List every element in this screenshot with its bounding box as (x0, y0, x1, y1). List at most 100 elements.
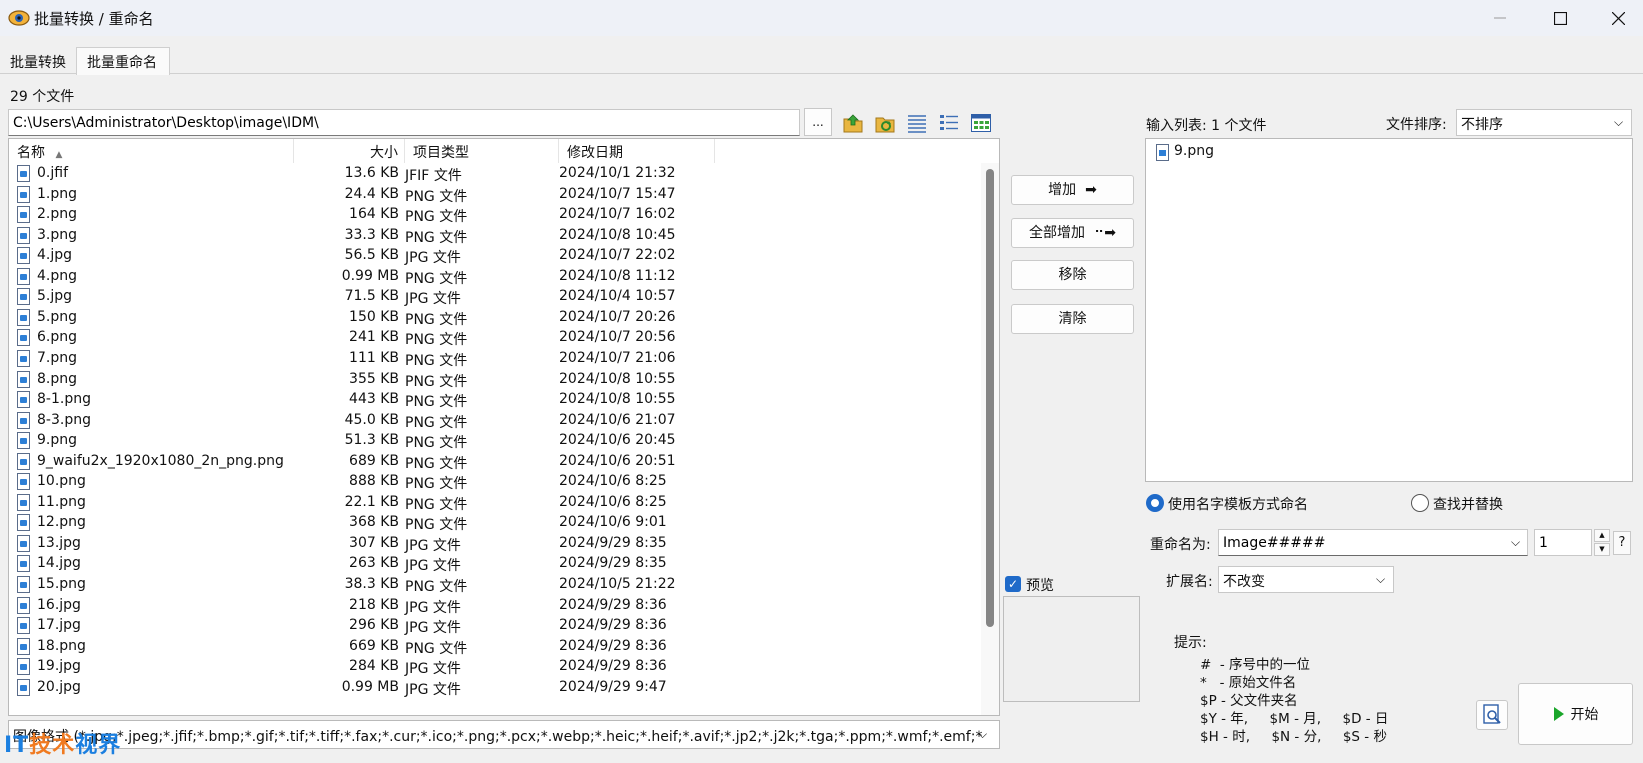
file-size: 263 KB (349, 555, 399, 572)
input-list[interactable]: 9.png (1145, 138, 1633, 482)
chevron-down-icon[interactable]: ⌵ (1614, 115, 1623, 130)
file-size: 669 KB (349, 637, 399, 654)
column-header-name[interactable]: 名称 ▲ (9, 139, 294, 163)
file-type: PNG 文件 (405, 394, 468, 411)
minimize-button[interactable] (1475, 0, 1525, 36)
file-name: 16.jpg (37, 596, 81, 613)
file-date: 2024/10/1 21:32 (559, 165, 676, 181)
file-row[interactable]: 8.png 355 KB PNG 文件 2024/10/8 10:55 (9, 369, 975, 391)
file-row[interactable]: 8-1.png 443 KB PNG 文件 2024/10/8 10:55 (9, 389, 975, 411)
details-view-icon[interactable] (906, 112, 928, 134)
list-view-icon[interactable] (938, 112, 960, 134)
folder-up-icon[interactable] (842, 112, 864, 134)
file-row[interactable]: 15.png 38.3 KB PNG 文件 2024/10/5 21:22 (9, 574, 975, 596)
file-row[interactable]: 20.jpg 0.99 MB JPG 文件 2024/9/29 9:47 (9, 677, 975, 699)
image-file-icon (17, 226, 30, 244)
file-row[interactable]: 8-3.png 45.0 KB PNG 文件 2024/10/6 21:07 (9, 410, 975, 432)
file-row[interactable]: 6.png 241 KB PNG 文件 2024/10/7 20:56 (9, 327, 975, 349)
tab-batch-convert[interactable]: 批量转换 (0, 48, 76, 74)
image-file-icon (17, 432, 30, 450)
clear-button[interactable]: 清除 (1011, 304, 1134, 334)
file-size: 443 KB (349, 391, 399, 408)
file-row[interactable]: 9.png 51.3 KB PNG 文件 2024/10/6 20:45 (9, 430, 975, 452)
path-input[interactable] (8, 109, 800, 136)
file-name: 5.jpg (37, 288, 73, 305)
file-date: 2024/9/29 9:47 (559, 678, 667, 695)
maximize-button[interactable] (1535, 0, 1585, 36)
file-type: PNG 文件 (405, 455, 468, 472)
file-row[interactable]: 16.jpg 218 KB JPG 文件 2024/9/29 8:36 (9, 595, 975, 617)
file-date: 2024/9/29 8:36 (559, 658, 667, 675)
column-header-size[interactable]: 大小 (294, 139, 405, 163)
start-button[interactable]: 开始 (1518, 683, 1633, 745)
play-icon (1553, 707, 1564, 721)
file-type: JFIF 文件 (405, 168, 462, 184)
file-type: JPG 文件 (405, 250, 461, 267)
file-row[interactable]: 10.png 888 KB PNG 文件 2024/10/6 8:25 (9, 471, 975, 493)
input-list-item[interactable]: 9.png (1174, 143, 1214, 159)
file-row[interactable]: 11.png 22.1 KB PNG 文件 2024/10/6 8:25 (9, 492, 975, 514)
file-name: 11.png (37, 493, 86, 510)
find-replace-radio[interactable] (1411, 494, 1429, 512)
scrollbar-thumb[interactable] (986, 169, 994, 627)
vertical-scrollbar[interactable] (981, 163, 999, 715)
column-header-date[interactable]: 修改日期 (559, 139, 715, 163)
chevron-down-icon[interactable]: ⌵ (1511, 535, 1520, 550)
close-button[interactable] (1593, 0, 1643, 36)
file-date: 2024/9/29 8:36 (559, 596, 667, 613)
file-row[interactable]: 5.jpg 71.5 KB JPG 文件 2024/10/4 10:57 (9, 286, 975, 308)
file-row[interactable]: 17.jpg 296 KB JPG 文件 2024/9/29 8:36 (9, 615, 975, 637)
file-row[interactable]: 1.png 24.4 KB PNG 文件 2024/10/7 15:47 (9, 184, 975, 206)
hint-line: $H - 时, $N - 分, $S - 秒 (1200, 729, 1387, 745)
thumbnail-view-icon[interactable] (970, 112, 992, 134)
chevron-down-icon[interactable]: ⌵ (1376, 572, 1385, 587)
file-row[interactable]: 4.png 0.99 MB PNG 文件 2024/10/8 11:12 (9, 266, 975, 288)
file-size: 307 KB (349, 534, 399, 551)
image-file-icon (17, 206, 30, 224)
file-type-filter[interactable]: 图像格式 (*.jpg;*.jpeg;*.jfif;*.bmp;*.gif;*.… (8, 720, 1000, 749)
remove-button[interactable]: 移除 (1011, 260, 1134, 290)
file-row[interactable]: 3.png 33.3 KB PNG 文件 2024/10/8 10:45 (9, 225, 975, 247)
file-list[interactable]: 名称 ▲ 大小 项目类型 修改日期 0.jfif 13.6 KB JFIF 文件 20… (8, 138, 1000, 716)
browse-button[interactable]: ... (804, 108, 832, 136)
help-button[interactable]: ? (1613, 531, 1631, 555)
file-row[interactable]: 5.png 150 KB PNG 文件 2024/10/7 20:26 (9, 307, 975, 329)
file-size: 296 KB (349, 617, 399, 634)
file-row[interactable]: 12.png 368 KB PNG 文件 2024/10/6 9:01 (9, 512, 975, 534)
file-size: 888 KB (349, 473, 399, 490)
file-row[interactable]: 14.jpg 263 KB JPG 文件 2024/9/29 8:35 (9, 553, 975, 575)
file-type: JPG 文件 (405, 599, 461, 616)
file-row[interactable]: 0.jfif 13.6 KB JFIF 文件 2024/10/1 21:32 (9, 163, 975, 185)
preview-checkbox[interactable]: ✓ (1005, 576, 1021, 592)
file-name: 4.png (37, 267, 78, 284)
rename-template-input[interactable] (1218, 529, 1528, 556)
file-date: 2024/10/6 20:45 (559, 432, 676, 449)
file-row[interactable]: 4.jpg 56.5 KB JPG 文件 2024/10/7 22:02 (9, 245, 975, 267)
file-row[interactable]: 7.png 111 KB PNG 文件 2024/10/7 21:06 (9, 348, 975, 370)
column-header-type[interactable]: 项目类型 (405, 139, 559, 163)
file-name: 6.png (37, 329, 78, 346)
preview-button[interactable] (1476, 700, 1508, 730)
preview-pane (1003, 596, 1140, 702)
spin-up-icon[interactable]: ▲ (1594, 529, 1610, 542)
add-button[interactable]: 增加 ➡ (1011, 175, 1134, 205)
add-all-button[interactable]: 全部增加 ⠒➡ (1011, 218, 1134, 248)
template-mode-radio[interactable] (1146, 494, 1164, 512)
file-row[interactable]: 9_waifu2x_1920x1080_2n_png.png 689 KB PNG … (9, 451, 975, 473)
file-type: PNG 文件 (405, 332, 468, 349)
extension-select[interactable]: 不改变 (1218, 566, 1394, 593)
image-file-icon (17, 576, 30, 593)
file-type: JPG 文件 (405, 291, 461, 308)
folder-refresh-icon[interactable] (874, 112, 896, 134)
start-number-input[interactable] (1534, 529, 1592, 556)
sort-select[interactable]: 不排序 (1456, 109, 1632, 136)
file-row[interactable]: 13.jpg 307 KB JPG 文件 2024/9/29 8:35 (9, 533, 975, 555)
file-row[interactable]: 19.jpg 284 KB JPG 文件 2024/9/29 8:36 (9, 656, 975, 678)
chevron-down-icon[interactable]: ⌵ (978, 727, 987, 742)
file-type: JPG 文件 (405, 558, 461, 575)
tab-batch-rename[interactable]: 批量重命名 (76, 47, 170, 75)
file-row[interactable]: 18.png 669 KB PNG 文件 2024/9/29 8:36 (9, 636, 975, 658)
spin-down-icon[interactable]: ▼ (1594, 543, 1610, 556)
file-date: 2024/10/8 10:55 (559, 370, 676, 387)
file-row[interactable]: 2.png 164 KB PNG 文件 2024/10/7 16:02 (9, 204, 975, 226)
